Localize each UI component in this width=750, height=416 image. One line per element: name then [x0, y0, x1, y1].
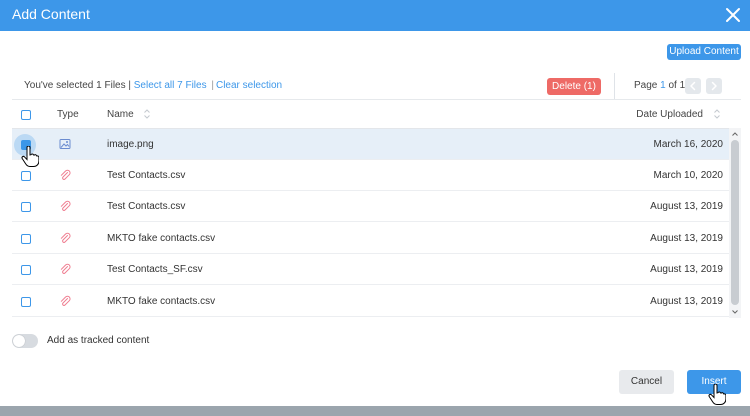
file-name: MKTO fake contacts.csv — [107, 296, 216, 307]
table-scrollbar[interactable] — [729, 128, 741, 318]
paperclip-icon — [59, 169, 71, 181]
file-date: August 13, 2019 — [650, 201, 723, 212]
toolbar-divider — [614, 73, 615, 99]
select-all-link[interactable]: Select all 7 Files — [134, 80, 207, 91]
file-name: Test Contacts_SF.csv — [107, 264, 203, 275]
sort-name-icon[interactable] — [143, 108, 151, 120]
clear-selection-link[interactable]: Clear selection — [216, 80, 282, 91]
scroll-up-icon[interactable] — [731, 130, 739, 138]
row-checkbox[interactable] — [21, 202, 31, 212]
page-prefix: Page — [634, 80, 661, 91]
file-date: August 13, 2019 — [650, 296, 723, 307]
previous-page-icon[interactable] — [685, 78, 701, 94]
sort-date-icon[interactable] — [713, 108, 721, 120]
file-date: March 10, 2020 — [653, 170, 724, 181]
table-row[interactable]: image.png March 16, 2020 — [12, 129, 729, 160]
row-checkbox[interactable] — [21, 297, 31, 307]
dialog-title: Add Content — [12, 6, 90, 22]
table-row[interactable]: MKTO fake contacts.csv August 13, 2019 — [12, 223, 729, 254]
file-name: Test Contacts.csv — [107, 201, 186, 212]
file-name: image.png — [107, 139, 154, 150]
paperclip-icon — [59, 263, 71, 275]
page-suffix: of 1 — [665, 80, 686, 91]
dialog-header: Add Content — [0, 0, 750, 31]
scroll-down-icon[interactable] — [731, 308, 739, 316]
file-name: MKTO fake contacts.csv — [107, 233, 216, 244]
table-row[interactable]: MKTO fake contacts.csv August 13, 2019 — [12, 286, 729, 317]
tracked-content-label: Add as tracked content — [47, 335, 150, 346]
table-row[interactable]: Test Contacts_SF.csv August 13, 2019 — [12, 254, 729, 285]
table-row[interactable]: Test Contacts.csv March 10, 2020 — [12, 160, 729, 191]
pagination-label: Page 1 of 1 — [634, 80, 685, 91]
next-page-icon[interactable] — [706, 78, 722, 94]
file-date: August 13, 2019 — [650, 233, 723, 244]
column-header-date[interactable]: Date Uploaded — [636, 109, 703, 120]
select-all-checkbox[interactable] — [21, 110, 31, 120]
files-table: Type Name Date Uploaded image.png March … — [12, 99, 741, 318]
paperclip-icon — [59, 295, 71, 307]
column-header-type: Type — [57, 109, 79, 120]
tracked-content-toggle[interactable] — [12, 334, 38, 348]
file-name: Test Contacts.csv — [107, 170, 186, 181]
row-checkbox[interactable] — [21, 171, 31, 181]
close-icon[interactable] — [722, 4, 744, 26]
file-date: March 16, 2020 — [653, 139, 724, 150]
paperclip-icon — [59, 200, 71, 212]
image-icon — [59, 138, 71, 150]
table-header: Type Name Date Uploaded — [12, 100, 729, 129]
insert-button[interactable]: Insert — [687, 370, 741, 394]
backdrop-strip — [0, 406, 750, 416]
add-content-dialog: Add Content Upload Content You've select… — [0, 0, 750, 406]
selection-summary: You've selected 1 Files | Select all 7 F… — [24, 80, 282, 91]
cancel-button[interactable]: Cancel — [619, 370, 674, 394]
delete-button[interactable]: Delete (1) — [547, 78, 601, 95]
upload-content-button[interactable]: Upload Content — [667, 44, 741, 60]
selection-separator: | — [211, 80, 214, 91]
row-checkbox[interactable] — [21, 140, 31, 150]
table-row[interactable]: Test Contacts.csv August 13, 2019 — [12, 191, 729, 222]
row-checkbox[interactable] — [21, 234, 31, 244]
toggle-knob — [13, 335, 25, 347]
scroll-thumb[interactable] — [731, 140, 739, 305]
selection-count-text: You've selected 1 Files | — [24, 80, 131, 91]
row-checkbox[interactable] — [21, 265, 31, 275]
file-date: August 13, 2019 — [650, 264, 723, 275]
paperclip-icon — [59, 232, 71, 244]
column-header-name[interactable]: Name — [107, 109, 134, 120]
